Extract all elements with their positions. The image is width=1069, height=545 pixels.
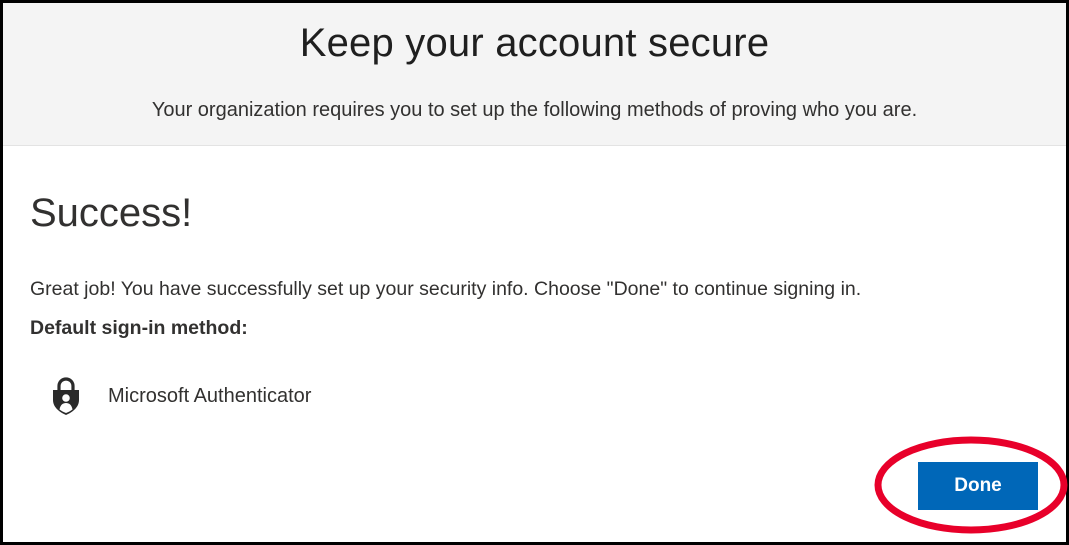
default-method-label: Default sign-in method: (30, 317, 248, 339)
method-label: Microsoft Authenticator (108, 385, 312, 407)
done-button[interactable]: Done (918, 462, 1038, 510)
authenticator-lock-icon (53, 377, 79, 415)
success-heading: Success! (30, 191, 193, 235)
page-subtitle: Your organization requires you to set up… (151, 99, 918, 121)
success-message: Great job! You have successfully set up … (30, 278, 862, 300)
page-title: Keep your account secure (299, 21, 770, 65)
page-header: Keep your account secure Your organizati… (3, 3, 1066, 146)
